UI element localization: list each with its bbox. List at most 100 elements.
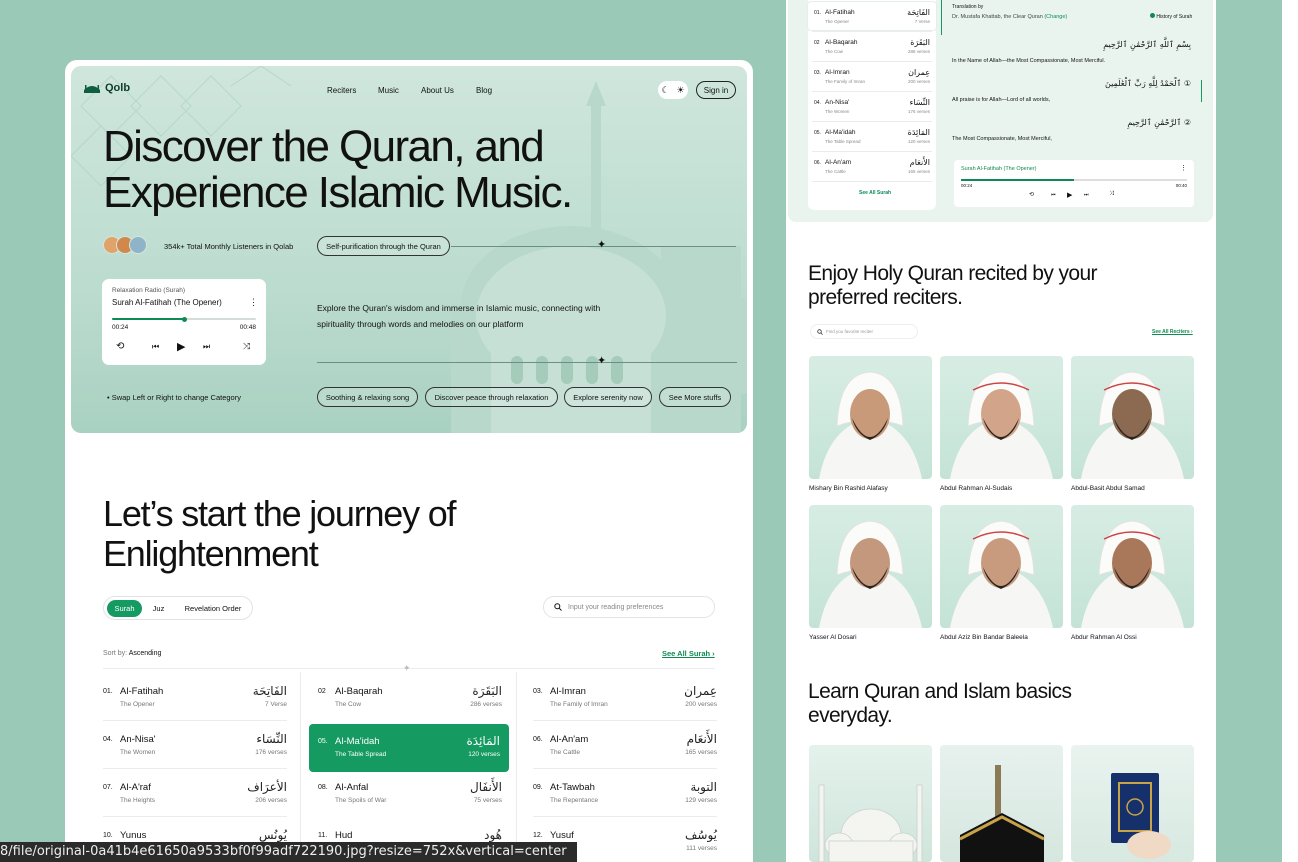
category-pill[interactable]: Soothing & relaxing song xyxy=(317,387,418,407)
sign-in-button[interactable]: Sign in xyxy=(696,81,736,99)
surah-number: 04. xyxy=(103,736,113,743)
surah-name: Hud xyxy=(335,830,353,841)
see-all-surah-link[interactable]: See All Surah › xyxy=(662,649,715,658)
row-divider xyxy=(533,768,717,769)
reader-surah-arabic: النِّسَاء xyxy=(909,98,930,107)
brand-logo[interactable]: Qolb xyxy=(83,82,130,94)
row-divider xyxy=(812,181,932,182)
reciters-title: Enjoy Holy Quran recited by your preferr… xyxy=(808,262,1098,309)
reciter-portrait xyxy=(1081,371,1184,479)
repeat-icon[interactable]: ⟲ xyxy=(116,341,124,352)
reader-surah-number: 01. xyxy=(814,10,821,16)
tab-juz[interactable]: Juz xyxy=(146,600,171,617)
nav-link-reciters[interactable]: Reciters xyxy=(327,86,356,95)
reading-search-input[interactable]: Input your reading preferences xyxy=(543,596,715,618)
learn-card-kaaba[interactable] xyxy=(940,745,1063,862)
tab-revelation-order[interactable]: Revelation Order xyxy=(178,600,248,617)
reader-see-all-link[interactable]: See All Surah xyxy=(859,190,891,196)
surah-verses: 120 verses xyxy=(468,751,500,758)
reciter-card[interactable] xyxy=(809,505,932,628)
translator-name: Dr. Mustafa Khattab, the Clear Quran (Ch… xyxy=(952,14,1067,20)
surah-item[interactable]: 07. Al-A'raf The Heights الأعرَاف 206 ve… xyxy=(103,774,287,814)
surah-number: 01. xyxy=(103,688,113,695)
surah-number: 11. xyxy=(318,832,328,839)
sort-label[interactable]: Sort by: Ascending xyxy=(103,650,161,657)
next-icon[interactable]: ⏭ xyxy=(203,342,210,352)
surah-item[interactable]: 09. At-Tawbah The Repentance التوبة 129 … xyxy=(533,774,717,814)
reciter-card[interactable] xyxy=(1071,505,1194,628)
reciter-search-input[interactable]: Find you favorite reciter xyxy=(810,324,918,339)
reader-surah-name: Al-An'am xyxy=(825,159,852,166)
previous-icon[interactable]: ⏮ xyxy=(152,342,159,352)
learn-card-mosque[interactable] xyxy=(809,745,932,862)
next-icon[interactable]: ⏭ xyxy=(1084,192,1089,198)
surah-item[interactable]: 08. Al-Anfal The Spoils of War الأَنفَال… xyxy=(318,774,502,814)
reader-surah-verses: 200 verses xyxy=(907,79,930,84)
reader-surah-item[interactable]: 05. Al-Ma'idah The Table Spread المَائِد… xyxy=(808,122,936,150)
surah-item[interactable]: 06. Al-An'am The Cattle الأَنعَام 165 ve… xyxy=(533,726,717,766)
reciter-card[interactable] xyxy=(809,356,932,479)
tab-surah[interactable]: Surah xyxy=(107,600,142,617)
play-icon[interactable]: ▶ xyxy=(1067,191,1072,199)
surah-item[interactable]: 01. Al-Fatihah The Opener الفَاتِحَة 7 V… xyxy=(103,678,287,718)
reader-surah-verses: 176 verses xyxy=(907,109,930,114)
mini-player-track: Surah Al-Fatihah (The Opener) xyxy=(961,166,1037,172)
surah-arabic: عِمران xyxy=(684,684,717,698)
category-pill[interactable]: Explore serenity now xyxy=(564,387,652,407)
sparkle-icon: ✦ xyxy=(597,355,607,367)
surah-item[interactable]: 02 Al-Baqarah The Cow البَقَرَة 286 vers… xyxy=(318,678,502,718)
reader-surah-item[interactable]: 02 Al-Baqarah The Cow البَقَرَة 286 vers… xyxy=(808,32,936,60)
tag-pill[interactable]: Self-purification through the Quran xyxy=(317,236,450,256)
surah-arabic: الأَنفَال xyxy=(470,780,502,794)
landing-card: Qolb Reciters Music About Us Blog ☾ ☀ Sig… xyxy=(65,60,753,862)
see-all-reciters-link[interactable]: See All Reciters › xyxy=(1152,329,1193,335)
surah-item[interactable]: 03. Al-Imran The Family of Imran عِمران … xyxy=(533,678,717,718)
reciter-card[interactable] xyxy=(1071,356,1194,479)
reader-surah-item[interactable]: 03. Al-Imran The Family of Imran عِمران … xyxy=(808,62,936,90)
see-more-pill[interactable]: See More stuffs xyxy=(659,387,731,407)
nav-link-about[interactable]: About Us xyxy=(421,86,454,95)
translator-text: Dr. Mustafa Khattab, the Clear Quran xyxy=(952,14,1043,20)
verse-english: All praise is for Allah—Lord of all worl… xyxy=(952,97,1051,103)
reader-surah-arabic: المَائِدَة xyxy=(907,128,930,137)
nav-link-blog[interactable]: Blog xyxy=(476,86,492,95)
repeat-icon[interactable]: ⟲ xyxy=(1029,191,1034,198)
translation-label: Translation by xyxy=(952,4,984,10)
top-nav: Qolb Reciters Music About Us Blog ☾ ☀ Sig… xyxy=(71,80,747,104)
surah-item[interactable]: 05. Al-Ma'idah The Table Spread المَائِد… xyxy=(309,724,509,772)
surah-item[interactable]: 04. An-Nisa' The Women النِّسَاء 176 ver… xyxy=(103,726,287,766)
listener-avatars xyxy=(103,236,147,254)
surah-name: Al-Baqarah xyxy=(335,686,383,697)
history-of-surah[interactable]: History of Surah xyxy=(1150,13,1192,20)
surah-meaning: The Family of Imran xyxy=(550,701,608,708)
reader-surah-item[interactable]: 06. Al-An'am The Cattle الأَنعَام 165 ve… xyxy=(808,152,936,180)
status-bar-url: 8/file/original-0a41b4e61650a9533bf0f99a… xyxy=(0,842,577,862)
theme-toggle[interactable]: ☾ ☀ xyxy=(658,81,688,99)
reader-surah-item[interactable]: 04. An-Nisa' The Women النِّسَاء 176 ver… xyxy=(808,92,936,120)
reciter-name: Abdul Rahman Al-Sudais xyxy=(940,485,1013,492)
mini-total: 00:40 xyxy=(1175,183,1187,188)
category-pill[interactable]: Discover peace through relaxation xyxy=(425,387,558,407)
progress-handle[interactable] xyxy=(181,316,187,322)
quran-book-image xyxy=(1111,773,1171,859)
shuffle-icon[interactable]: ⤨ xyxy=(1109,191,1114,198)
surah-verses: 286 verses xyxy=(470,701,502,708)
reciter-card[interactable] xyxy=(940,505,1063,628)
previous-icon[interactable]: ⏮ xyxy=(1051,192,1056,198)
change-translator-link[interactable]: (Change) xyxy=(1044,14,1067,20)
play-icon[interactable]: ▶ xyxy=(177,340,185,353)
surah-verses: 206 verses xyxy=(255,797,287,804)
surah-meaning: The Table Spread xyxy=(335,751,387,758)
shuffle-icon[interactable]: ⤨ xyxy=(243,341,250,352)
reciter-portrait xyxy=(819,520,922,628)
reciter-card[interactable] xyxy=(940,356,1063,479)
reader-surah-item[interactable]: 01. Al-Fatihah The Opener الفَاتِحَة 7 V… xyxy=(808,2,936,30)
row-divider xyxy=(533,720,717,721)
learn-card-quran[interactable] xyxy=(1071,745,1194,862)
surah-arabic: يُونُس xyxy=(258,828,287,842)
reciter-portrait xyxy=(1081,520,1184,628)
kaaba-image xyxy=(959,765,1045,862)
nav-link-music[interactable]: Music xyxy=(378,86,399,95)
more-vertical-icon[interactable]: ⋮ xyxy=(249,297,258,308)
more-vertical-icon[interactable]: ⋮ xyxy=(1180,164,1187,172)
